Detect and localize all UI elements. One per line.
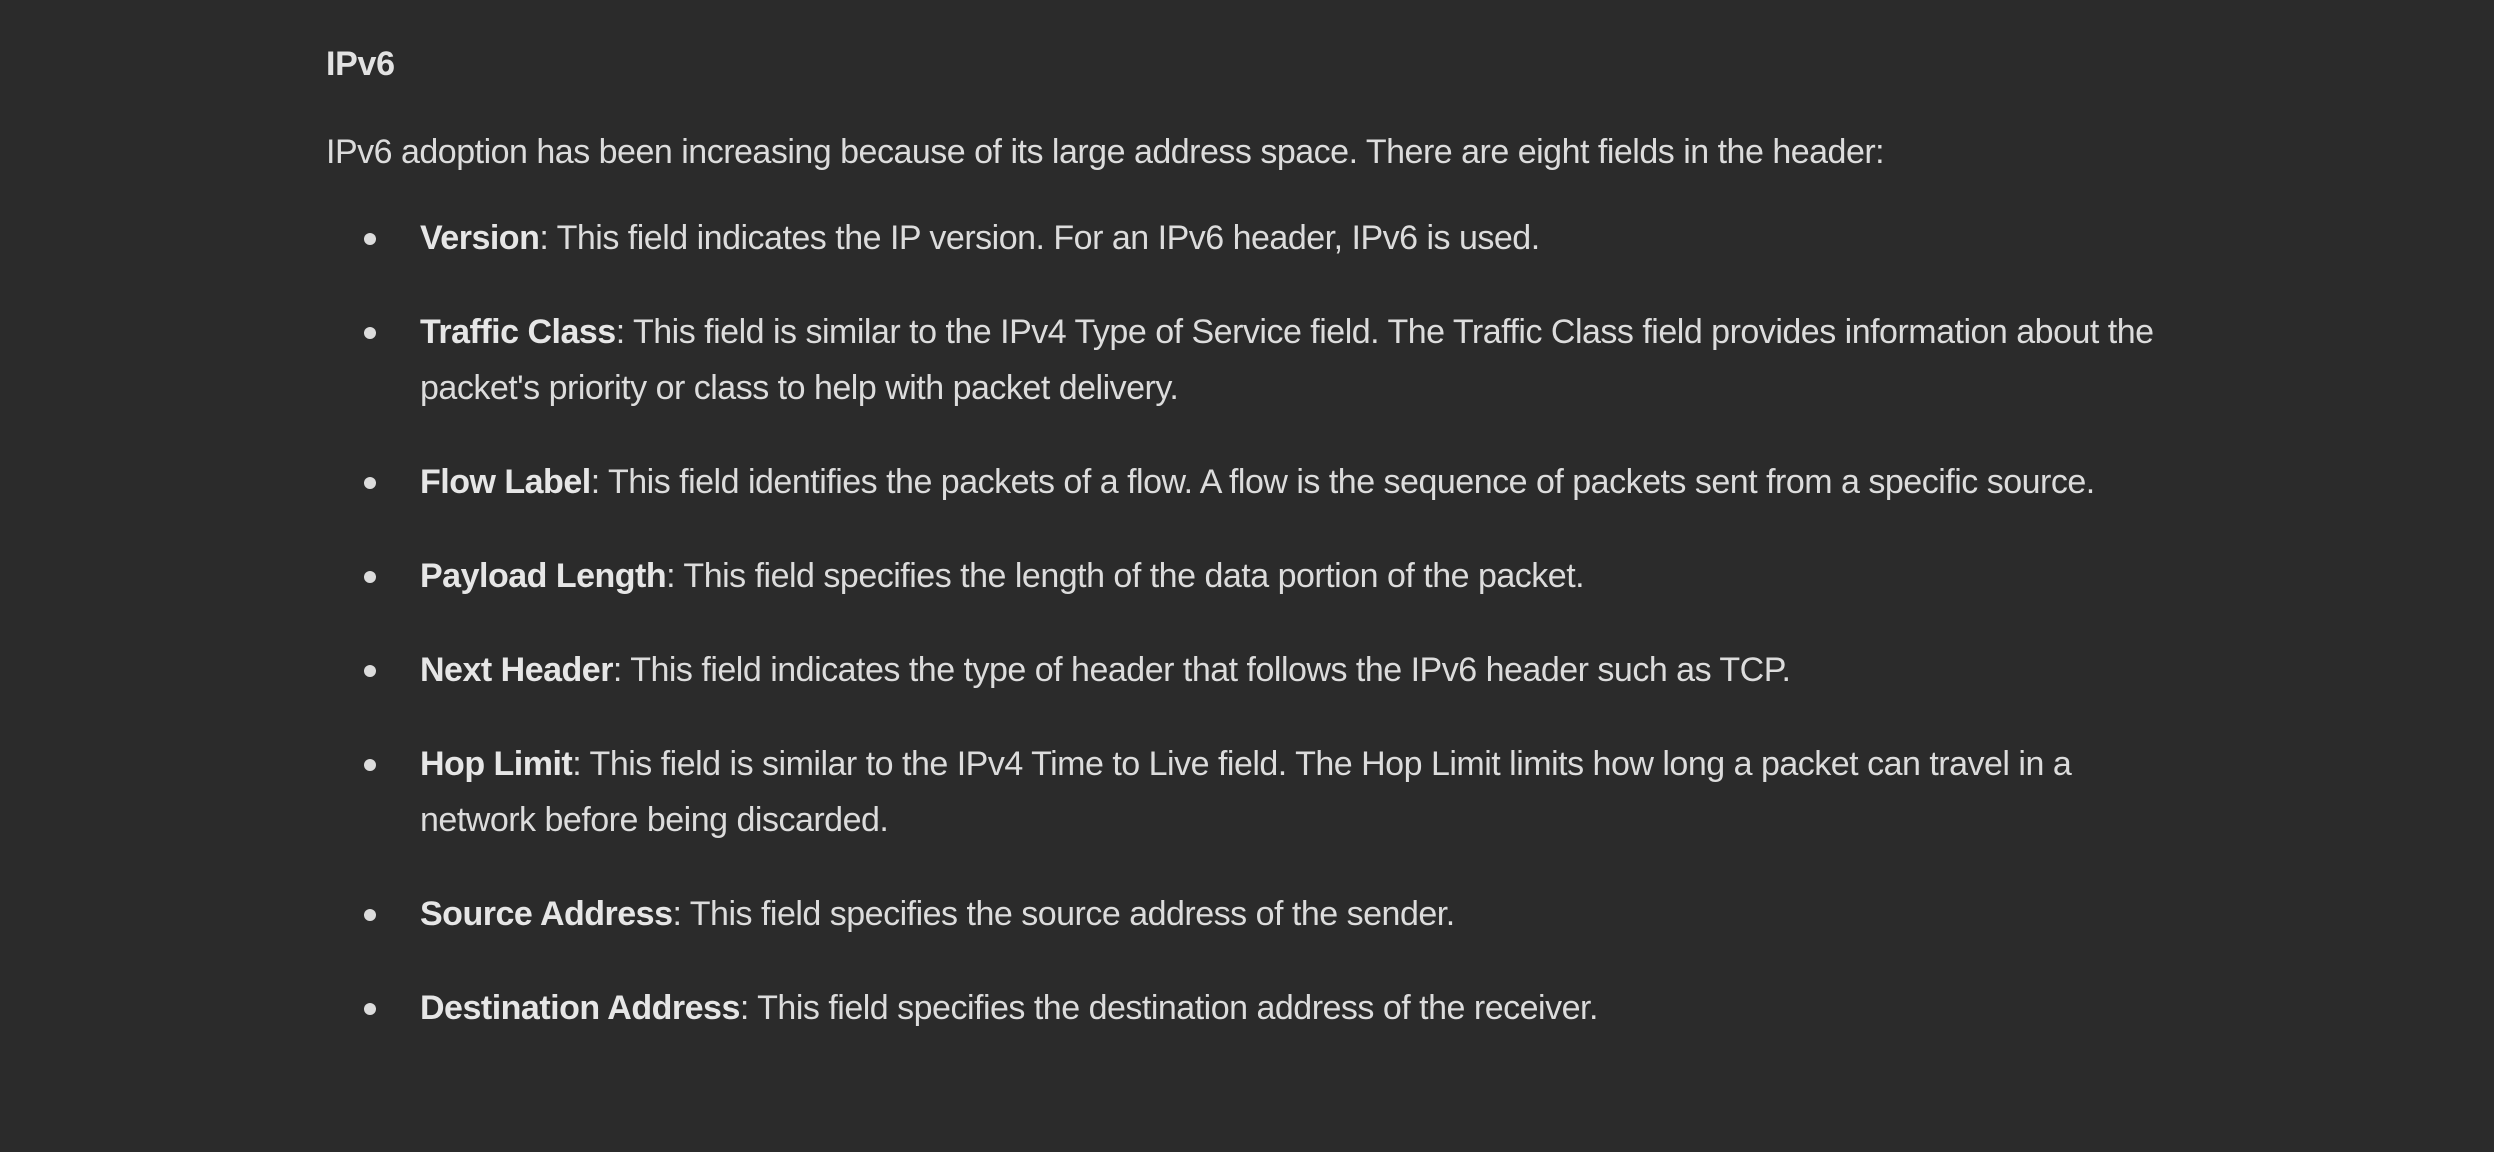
field-term: Source Address xyxy=(420,895,673,933)
list-item-payload-length: Payload Length: This field specifies the… xyxy=(326,548,2186,604)
list-item-flow-label: Flow Label: This field identifies the pa… xyxy=(326,454,2186,510)
field-term: Traffic Class xyxy=(420,313,616,351)
bullet-icon xyxy=(364,571,376,583)
bullet-icon xyxy=(364,233,376,245)
field-term: Version xyxy=(420,219,540,257)
bullet-icon xyxy=(364,665,376,677)
field-description: : This field is similar to the IPv4 Type… xyxy=(420,313,2154,407)
field-term: Flow Label xyxy=(420,463,591,501)
field-description: : This field identifies the packets of a… xyxy=(590,463,2096,501)
intro-paragraph: IPv6 adoption has been increasing becaus… xyxy=(326,133,1885,171)
list-item-source-address: Source Address: This field specifies the… xyxy=(326,886,2186,942)
bullet-icon xyxy=(364,327,376,339)
bullet-icon xyxy=(364,909,376,921)
field-term: Destination Address xyxy=(420,989,740,1027)
field-term: Hop Limit xyxy=(420,745,573,783)
list-item-version: Version: This field indicates the IP ver… xyxy=(326,210,2186,266)
bullet-icon xyxy=(364,1003,376,1015)
field-term: Payload Length xyxy=(420,557,667,595)
section-heading: IPv6 xyxy=(326,45,395,83)
list-item-destination-address: Destination Address: This field specifie… xyxy=(326,980,2186,1036)
document-content: IPv6 IPv6 adoption has been increasing b… xyxy=(326,38,2186,1074)
header-fields-list: Version: This field indicates the IP ver… xyxy=(326,210,2186,1036)
field-description: : This field specifies the length of the… xyxy=(666,557,1585,595)
field-description: : This field specifies the destination a… xyxy=(739,989,1599,1027)
field-description: : This field specifies the source addres… xyxy=(672,895,1456,933)
field-description: : This field indicates the type of heade… xyxy=(612,651,1791,689)
field-term: Next Header xyxy=(420,651,613,689)
field-description: : This field is similar to the IPv4 Time… xyxy=(420,745,2072,839)
bullet-icon xyxy=(364,477,376,489)
list-item-hop-limit: Hop Limit: This field is similar to the … xyxy=(326,736,2186,848)
bullet-icon xyxy=(364,759,376,771)
field-description: : This field indicates the IP version. F… xyxy=(539,219,1540,257)
list-item-next-header: Next Header: This field indicates the ty… xyxy=(326,642,2186,698)
list-item-traffic-class: Traffic Class: This field is similar to … xyxy=(326,304,2186,416)
